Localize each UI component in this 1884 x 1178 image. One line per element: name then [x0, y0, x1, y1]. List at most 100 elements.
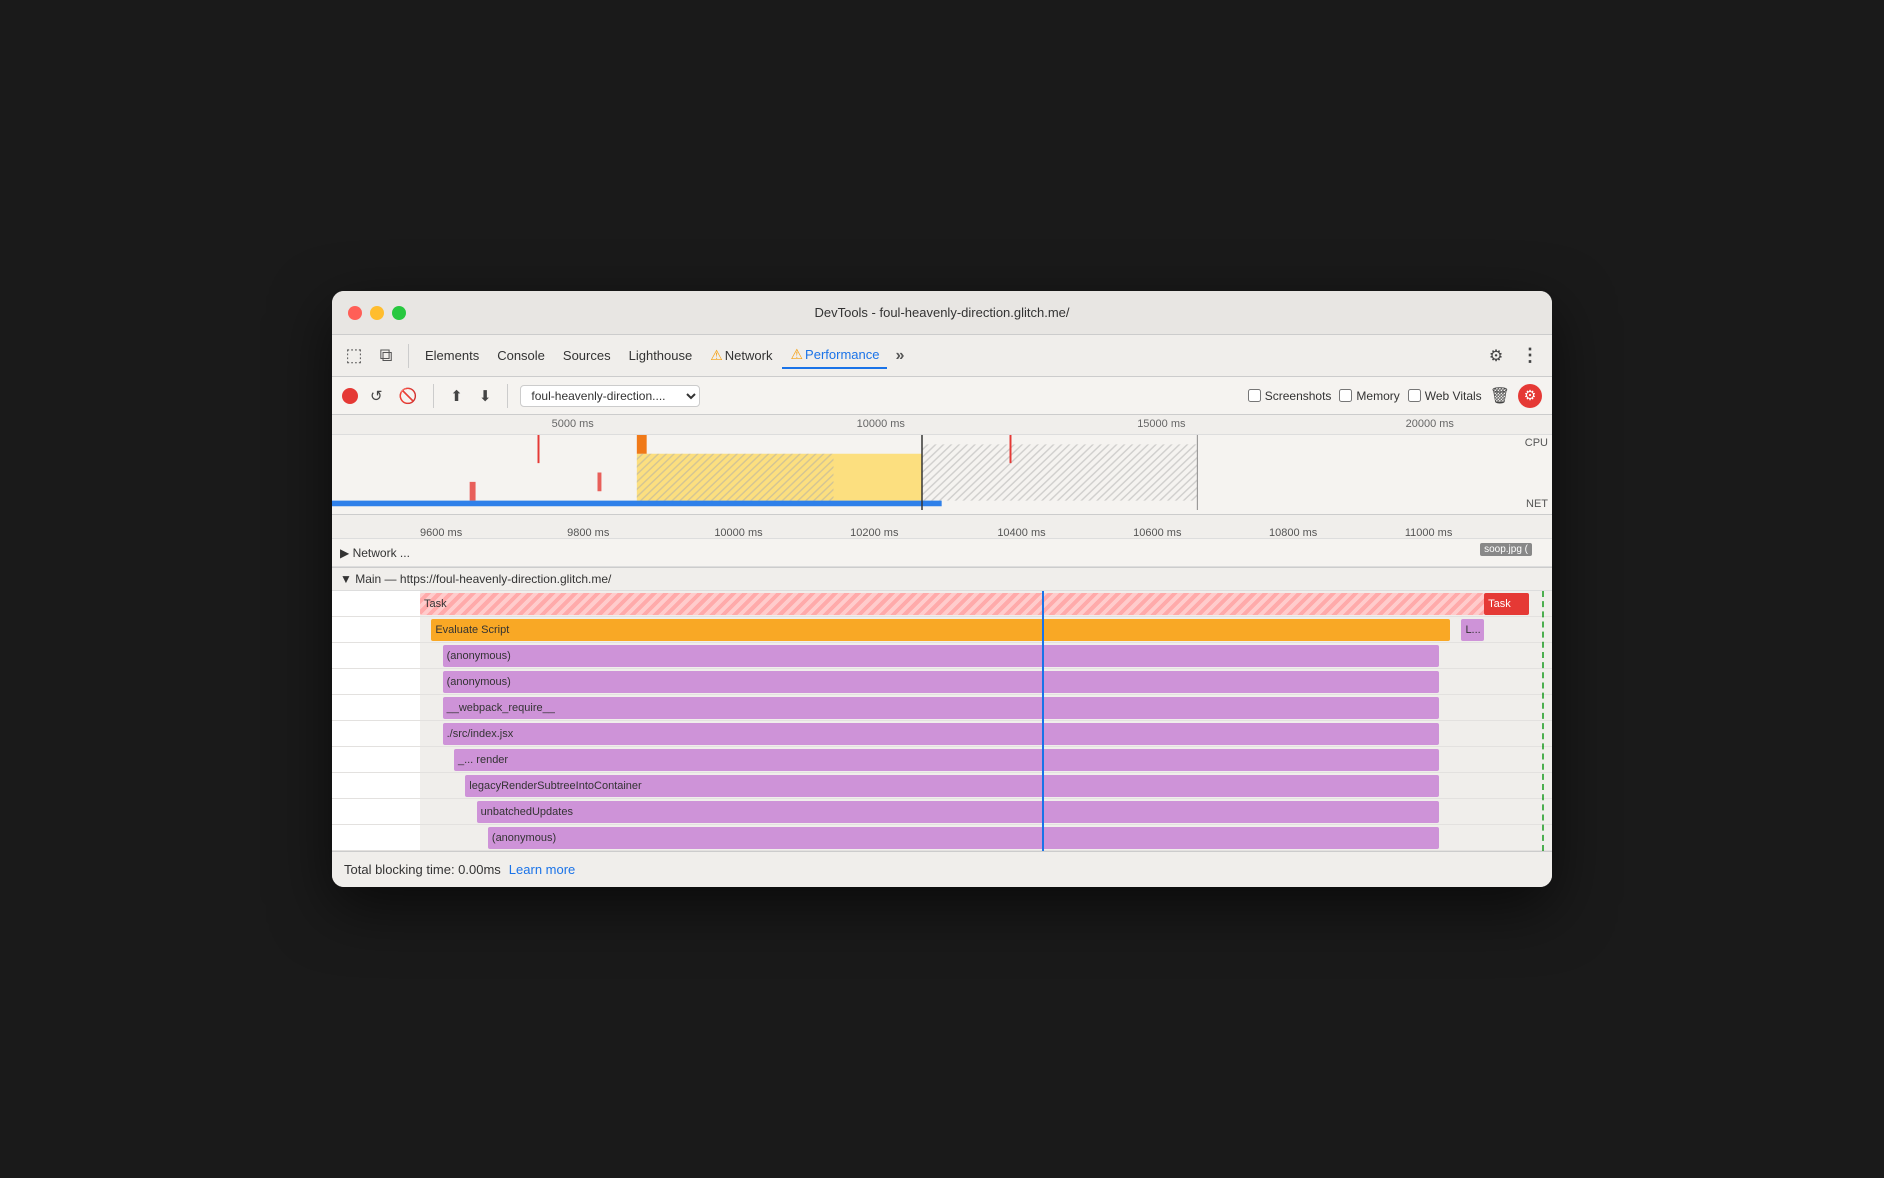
- network-row[interactable]: ▶ Network ... soop.jpg (: [332, 539, 1552, 567]
- cpu-chart: [332, 435, 1512, 510]
- detail-ruler: 9600 ms 9800 ms 10000 ms 10200 ms 10400 …: [332, 515, 1552, 539]
- detail-mark-3: 10200 ms: [850, 527, 898, 539]
- legacy-label: [332, 773, 420, 798]
- webpack-bar-area: __webpack_require__: [420, 695, 1552, 720]
- trash-button[interactable]: 🗑: [1490, 386, 1510, 406]
- maximize-button[interactable]: [392, 306, 406, 320]
- settings-icon[interactable]: ⚙: [1482, 342, 1510, 370]
- render-label: [332, 747, 420, 772]
- src-label: [332, 721, 420, 746]
- more-options-icon[interactable]: ⋮: [1516, 342, 1544, 370]
- flame-row-anonymous-1[interactable]: (anonymous): [332, 643, 1552, 669]
- webpack-bar[interactable]: __webpack_require__: [443, 697, 1439, 719]
- window-title: DevTools - foul-heavenly-direction.glitc…: [814, 305, 1069, 320]
- ruler-mark-15000: 15000 ms: [1137, 418, 1185, 430]
- unbatched-label: [332, 799, 420, 824]
- flame-row-task[interactable]: Task Task: [332, 591, 1552, 617]
- legacy-bar[interactable]: legacyRenderSubtreeIntoContainer: [465, 775, 1439, 797]
- upload-button[interactable]: ⬆: [446, 385, 467, 407]
- web-vitals-checkbox[interactable]: [1408, 389, 1421, 402]
- ruler-mark-20000: 20000 ms: [1406, 418, 1454, 430]
- inspect-icon[interactable]: ⬚: [340, 342, 368, 370]
- learn-more-link[interactable]: Learn more: [509, 862, 575, 877]
- flame-rows: Task Task Evaluate Script: [332, 591, 1552, 851]
- anonymous-2-bar[interactable]: (anonymous): [443, 671, 1439, 693]
- titlebar: DevTools - foul-heavenly-direction.glitc…: [332, 291, 1552, 335]
- flame-row-src[interactable]: ./src/index.jsx: [332, 721, 1552, 747]
- settings-cog-button[interactable]: ⚙: [1518, 384, 1542, 408]
- anonymous-1-bar-area: (anonymous): [420, 643, 1552, 668]
- tab-lighthouse[interactable]: Lighthouse: [621, 344, 701, 367]
- src-bar[interactable]: ./src/index.jsx: [443, 723, 1439, 745]
- evaluate-bar-area: Evaluate Script L...: [420, 617, 1552, 642]
- task-label: [332, 591, 420, 616]
- task-bar[interactable]: Task: [420, 593, 1484, 615]
- flame-row-anonymous-3[interactable]: (anonymous): [332, 825, 1552, 851]
- minimize-button[interactable]: [370, 306, 384, 320]
- detail-mark-4: 10400 ms: [997, 527, 1045, 539]
- flame-row-evaluate[interactable]: Evaluate Script L...: [332, 617, 1552, 643]
- timeline-overview-section: 5000 ms 10000 ms 15000 ms 20000 ms: [332, 415, 1552, 568]
- device-icon[interactable]: ⧉: [372, 342, 400, 370]
- flame-section: ▼ Main — https://foul-heavenly-direction…: [332, 568, 1552, 851]
- flame-row-unbatched[interactable]: unbatchedUpdates: [332, 799, 1552, 825]
- separator-3: [507, 384, 508, 408]
- separator-2: [433, 384, 434, 408]
- ruler-mark-10000: 10000 ms: [857, 418, 905, 430]
- record-button[interactable]: [342, 388, 358, 404]
- close-button[interactable]: [348, 306, 362, 320]
- status-bar: Total blocking time: 0.00ms Learn more: [332, 851, 1552, 887]
- evaluate-label: [332, 617, 420, 642]
- web-vitals-checkbox-label[interactable]: Web Vitals: [1408, 389, 1482, 403]
- memory-checkbox[interactable]: [1339, 389, 1352, 402]
- separator-1: [408, 344, 409, 368]
- more-tabs-button[interactable]: »: [889, 343, 910, 369]
- screenshots-checkbox[interactable]: [1248, 389, 1261, 402]
- url-select[interactable]: foul-heavenly-direction....: [520, 385, 700, 407]
- detail-mark-0: 9600 ms: [420, 527, 462, 539]
- unbatched-bar[interactable]: unbatchedUpdates: [477, 801, 1439, 823]
- toolbar-right: ⚙ ⋮: [1482, 342, 1544, 370]
- render-bar[interactable]: _... render: [454, 749, 1439, 771]
- tab-sources[interactable]: Sources: [555, 344, 619, 367]
- flame-row-render[interactable]: _... render: [332, 747, 1552, 773]
- ruler-mark-5000: 5000 ms: [552, 418, 594, 430]
- anonymous-3-bar-area: (anonymous): [420, 825, 1552, 850]
- detail-mark-6: 10800 ms: [1269, 527, 1317, 539]
- tab-network[interactable]: ⚠ Network: [702, 343, 780, 368]
- record-toolbar: ↺ 🚫 ⬆ ⬇ foul-heavenly-direction.... Scre…: [332, 377, 1552, 415]
- unbatched-bar-area: unbatchedUpdates: [420, 799, 1552, 824]
- flame-row-legacy[interactable]: legacyRenderSubtreeIntoContainer: [332, 773, 1552, 799]
- performance-warning-icon: ⚠: [790, 346, 803, 363]
- memory-checkbox-label[interactable]: Memory: [1339, 389, 1399, 403]
- anonymous-2-bar-area: (anonymous): [420, 669, 1552, 694]
- download-button[interactable]: ⬇: [475, 385, 496, 407]
- blocking-time-text: Total blocking time: 0.00ms: [344, 862, 501, 877]
- evaluate-bar[interactable]: Evaluate Script: [431, 619, 1450, 641]
- main-header: ▼ Main — https://foul-heavenly-direction…: [332, 568, 1552, 591]
- tab-performance[interactable]: ⚠ Performance: [782, 342, 887, 369]
- refresh-button[interactable]: ↺: [366, 385, 387, 407]
- flame-chart-container: Task Task Evaluate Script: [332, 591, 1552, 851]
- evaluate-bar-overflow[interactable]: L...: [1461, 619, 1484, 641]
- cpu-label: CPU: [1525, 437, 1548, 449]
- clear-button[interactable]: 🚫: [395, 385, 422, 407]
- overview-ruler: 5000 ms 10000 ms 15000 ms 20000 ms: [332, 415, 1552, 435]
- anonymous-2-label: [332, 669, 420, 694]
- devtools-window: DevTools - foul-heavenly-direction.glitc…: [332, 291, 1552, 887]
- tab-elements[interactable]: Elements: [417, 344, 487, 367]
- detail-mark-5: 10600 ms: [1133, 527, 1181, 539]
- timeline-overview[interactable]: 5000 ms 10000 ms 15000 ms 20000 ms: [332, 415, 1552, 515]
- task-bar-area: Task Task: [420, 591, 1552, 616]
- anonymous-3-bar[interactable]: (anonymous): [488, 827, 1439, 849]
- nav-toolbar: ⬚ ⧉ Elements Console Sources Lighthouse …: [332, 335, 1552, 377]
- network-warning-icon: ⚠: [710, 347, 723, 364]
- network-bar-area: soop.jpg (: [410, 539, 1552, 566]
- anonymous-1-bar[interactable]: (anonymous): [443, 645, 1439, 667]
- flame-row-anonymous-2[interactable]: (anonymous): [332, 669, 1552, 695]
- screenshots-checkbox-label[interactable]: Screenshots: [1248, 389, 1332, 403]
- render-bar-area: _... render: [420, 747, 1552, 772]
- task-bar-right[interactable]: Task: [1484, 593, 1529, 615]
- tab-console[interactable]: Console: [489, 344, 553, 367]
- flame-row-webpack[interactable]: __webpack_require__: [332, 695, 1552, 721]
